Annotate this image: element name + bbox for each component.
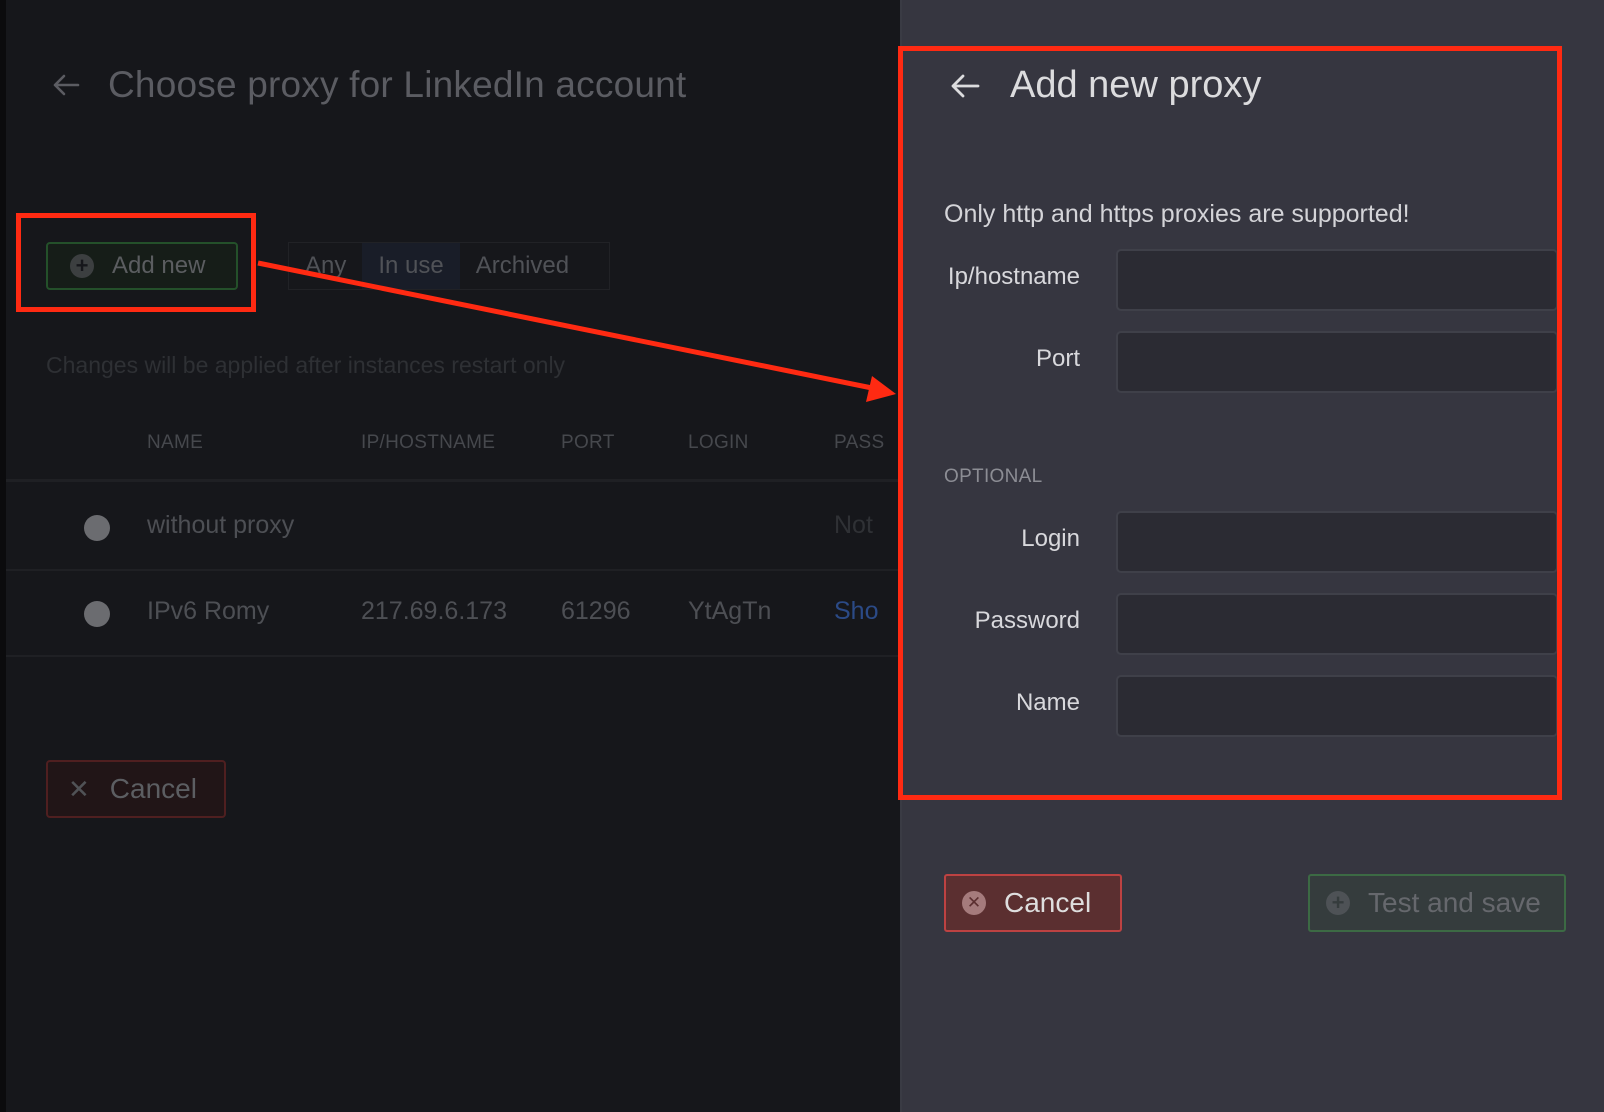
cell-name: without proxy [147, 511, 295, 539]
optional-section-label: OPTIONAL [944, 466, 1043, 487]
filter-tab-any[interactable]: Any [289, 243, 362, 289]
close-icon: ✕ [68, 773, 90, 804]
login-input[interactable] [1116, 511, 1558, 573]
ip-hostname-input[interactable] [1116, 249, 1558, 311]
drawer-title: Add new proxy [1010, 64, 1262, 106]
ip-hostname-label: Ip/hostname [947, 263, 1080, 290]
add-proxy-drawer: Add new proxy Only http and https proxie… [900, 0, 1604, 1112]
show-password-link[interactable]: Sho [834, 597, 878, 626]
test-and-save-label: Test and save [1368, 887, 1541, 918]
choose-proxy-page: Choose proxy for LinkedIn account + Add … [6, 0, 900, 1112]
password-input[interactable] [1116, 593, 1558, 655]
column-header-port[interactable]: PORT [561, 432, 615, 454]
cell-ip: 217.69.6.173 [361, 597, 507, 625]
plus-circle-icon: + [1326, 891, 1350, 915]
table-row[interactable]: without proxy Not [6, 485, 900, 571]
row-radio[interactable] [84, 515, 110, 541]
page-cancel-label: Cancel [109, 773, 197, 804]
password-label: Password [974, 607, 1080, 634]
filter-tab-in-use[interactable]: In use [362, 243, 460, 289]
column-header-ip[interactable]: IP/HOSTNAME [361, 432, 495, 454]
test-and-save-button[interactable]: + Test and save [1308, 874, 1566, 932]
field-name: Name [902, 675, 1604, 737]
page-title: Choose proxy for LinkedIn account [108, 64, 687, 105]
drawer-header: Add new proxy [948, 64, 1261, 107]
back-arrow-icon[interactable] [50, 69, 82, 101]
page-header: Choose proxy for LinkedIn account [50, 64, 686, 106]
page-cancel-button[interactable]: ✕ Cancel [46, 760, 226, 818]
name-input[interactable] [1116, 675, 1558, 737]
filter-tabs: Any In use Archived [288, 242, 610, 290]
port-label: Port [1035, 345, 1080, 372]
cell-password: Not [834, 511, 873, 539]
restart-notice: Changes will be applied after instances … [46, 352, 566, 378]
screen: Choose proxy for LinkedIn account + Add … [0, 0, 1604, 1112]
back-arrow-icon[interactable] [948, 69, 982, 103]
column-header-password[interactable]: PASS [834, 432, 884, 454]
field-port: Port [902, 331, 1604, 393]
filter-tab-archived[interactable]: Archived [460, 243, 585, 289]
add-new-label: Add new [112, 252, 206, 279]
field-password: Password [902, 593, 1604, 655]
column-header-name[interactable]: NAME [147, 432, 203, 454]
cell-name: IPv6 Romy [147, 597, 270, 625]
field-ip-hostname: Ip/hostname [902, 249, 1604, 311]
port-input[interactable] [1116, 331, 1558, 393]
table-header: NAME IP/HOSTNAME PORT LOGIN PASS [6, 420, 900, 482]
name-label: Name [1015, 689, 1080, 716]
close-circle-icon: ✕ [962, 891, 986, 915]
cancel-button[interactable]: ✕ Cancel [944, 874, 1122, 932]
protocol-info: Only http and https proxies are supporte… [944, 200, 1410, 228]
cell-login: YtAgTn [688, 597, 772, 625]
column-header-login[interactable]: LOGIN [688, 432, 749, 454]
login-label: Login [1021, 525, 1080, 552]
cancel-label: Cancel [1004, 887, 1092, 918]
add-new-button[interactable]: + Add new [46, 242, 238, 290]
cell-port: 61296 [561, 597, 631, 625]
plus-circle-icon: + [70, 254, 94, 278]
table-row[interactable]: IPv6 Romy 217.69.6.173 61296 YtAgTn Sho [6, 571, 900, 657]
row-radio[interactable] [84, 601, 110, 627]
field-login: Login [902, 511, 1604, 573]
